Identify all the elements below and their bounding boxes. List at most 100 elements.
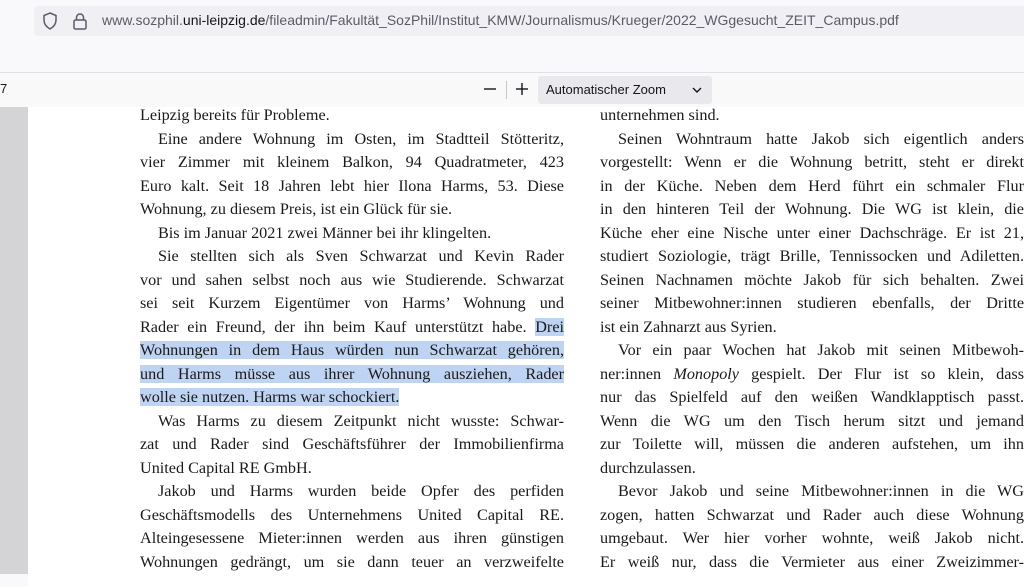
line-text: gespielt. Der Flur ist so klein, dass — [738, 364, 1024, 383]
text-line: umgebaut. Wer hier vorher wohnte, weiß J… — [600, 527, 1024, 551]
line-text: Geschäftsmodells des Unternehmens United… — [140, 505, 564, 524]
line-text: durchzulassen. — [600, 458, 696, 477]
navigation-bar: www.sozphil.uni-leipzig.de/fileadmin/Fak… — [0, 0, 1024, 44]
text-line: Eine andere Wohnung im Osten, im Stadtte… — [140, 128, 564, 152]
text-line: Seinen Nachnamen möchte Jakob für sich b… — [600, 269, 1024, 293]
text-line: zat und Rader sind Geschäftsführer der I… — [140, 433, 564, 457]
zoom-in-icon[interactable] — [510, 77, 534, 101]
toolbar-separator — [506, 81, 507, 99]
line-text: Sie stellten sich als Sven Schwarzat und… — [158, 247, 564, 265]
zoom-select-label: Automatischer Zoom — [546, 82, 666, 97]
line-text: in der Küche. Neben dem Herd führt ein s… — [600, 176, 1024, 195]
text-line: ist ein Zahnarzt aus Syrien. — [600, 316, 1024, 340]
line-text: United Capital RE GmbH. — [140, 458, 312, 477]
text-line: Vor ein paar Wochen hat Jakob mit seinen… — [600, 339, 1024, 363]
url-bar[interactable]: www.sozphil.uni-leipzig.de/fileadmin/Fak… — [34, 6, 1024, 36]
line-text: Was Harms zu diesem Zeitpunkt nicht wuss… — [158, 411, 564, 430]
text-line: Wenn die WG um den Tisch herum sitzt und… — [600, 410, 1024, 434]
italic-title: Monopoly — [673, 364, 739, 383]
text-line: Euro kalt. Seit 18 Jahren lebt hier Ilon… — [140, 175, 564, 199]
line-text: Bevor Jakob und seine Mitbewohner:innen … — [618, 482, 1024, 500]
text-line: Wohnungen in dem Haus würden nun Schwarz… — [140, 339, 564, 363]
line-text: seiner Mitbewohner:innen studieren ebenf… — [600, 294, 1024, 312]
text-line: und Harms müsse aus ihrer Wohnung auszie… — [140, 363, 564, 387]
page-number[interactable]: 7 — [0, 81, 7, 96]
line-text: Küche eher eine Nische unter einer Dachs… — [600, 223, 1024, 242]
line-text: Bis im Januar 2021 zwei Männer bei ihr k… — [158, 223, 492, 242]
chevron-down-icon — [692, 87, 702, 93]
text-line: Leipzig bereits für Probleme. — [140, 107, 564, 128]
text-line: durchzulassen. — [600, 457, 1024, 481]
text-column-right: unternehmen sind. Seinen Wohntraum hatte … — [600, 107, 1024, 574]
text-line: ner:innen Monopoly gespielt. Der Flur is… — [600, 363, 1024, 387]
line-text: zogen, hatten Schwarzat und Rader auch d… — [600, 505, 1024, 524]
line-text: Wohnungen gedrängt, um sie dann teuer an… — [140, 552, 564, 571]
text-line: Er weiß nur, dass die Vermieter aus eine… — [600, 551, 1024, 575]
zoom-out-icon[interactable] — [478, 77, 502, 101]
text-line: Rader ein Freund, der ihn beim Kauf unte… — [140, 316, 564, 340]
line-text: vier Zimmer mit kleinem Balkon, 94 Quadr… — [140, 153, 564, 171]
text-line: Alteingesessene Mieter:innen werden aus … — [140, 527, 564, 551]
text-line: Jakob und Harms wurden beide Opfer des p… — [140, 480, 564, 504]
text-line: in den hinteren Teil der Wohnung. Die WG… — [600, 198, 1024, 222]
text-line: in der Küche. Neben dem Herd führt ein s… — [600, 175, 1024, 199]
line-text: unternehmen sind. — [600, 107, 720, 124]
text-line: Seinen Wohntraum hatte Jakob sich eigent… — [600, 128, 1024, 152]
text-line: sei seit Kurzem Eigentümer von Harms’ Wo… — [140, 292, 564, 316]
line-text: Vor ein paar Wochen hat Jakob mit seinen… — [618, 341, 1024, 359]
text-line: Wohnungen gedrängt, um sie dann teuer an… — [140, 551, 564, 575]
line-text: Wenn die WG um den Tisch herum sitzt und… — [600, 411, 1024, 430]
line-text: vor und sahen selbst noch aus wie Studie… — [140, 270, 564, 289]
line-text: Alteingesessene Mieter:innen werden aus … — [140, 529, 564, 547]
url-domain: uni-leipzig.de — [182, 12, 266, 28]
line-text: studiert Soziologie, trägt Brille, Tenni… — [600, 247, 1024, 265]
line-text: Leipzig bereits für Probleme. — [140, 107, 330, 124]
text-selection-highlight[interactable]: und Harms müsse aus ihrer Wohnung auszie… — [140, 364, 564, 383]
text-line: Geschäftsmodells des Unternehmens United… — [140, 504, 564, 528]
text-selection-highlight[interactable]: Wohnungen in dem Haus würden nun Schwarz… — [140, 341, 564, 359]
tracking-protection-shield-icon[interactable] — [42, 12, 58, 30]
text-line: zur Toilette will, müssen die anderen au… — [600, 433, 1024, 457]
url-prefix: www.sozphil. — [102, 12, 183, 28]
zoom-select[interactable]: Automatischer Zoom — [538, 76, 712, 104]
line-text: Eine andere Wohnung im Osten, im Stadtte… — [158, 129, 564, 148]
text-line: nur das Spielfeld auf den weißen Wandkla… — [600, 386, 1024, 410]
pdf-page[interactable]: Leipzig bereits für Probleme. Eine andere… — [28, 107, 1024, 587]
line-text: vorgestellt: Wenn er die Wohnung betritt… — [600, 153, 1024, 171]
line-text: zur Toilette will, müssen die anderen au… — [600, 435, 1024, 453]
text-line: Wohnung, zu diesem Preis, ist ein Glück … — [140, 198, 564, 222]
text-line: vor und sahen selbst noch aus wie Studie… — [140, 269, 564, 293]
line-text: nur das Spielfeld auf den weißen Wandkla… — [600, 388, 1024, 406]
url-text[interactable]: www.sozphil.uni-leipzig.de/fileadmin/Fak… — [102, 12, 899, 28]
line-text: ner:innen — [600, 364, 674, 383]
text-line: vorgestellt: Wenn er die Wohnung betritt… — [600, 151, 1024, 175]
lock-icon[interactable] — [72, 12, 88, 30]
line-text: Rader ein Freund, der ihn beim Kauf unte… — [140, 317, 536, 336]
text-line: Bevor Jakob und seine Mitbewohner:innen … — [600, 480, 1024, 504]
text-line: zogen, hatten Schwarzat und Rader auch d… — [600, 504, 1024, 528]
url-path: /fileadmin/Fakultät_SozPhil/Institut_KMW… — [265, 12, 899, 28]
text-line: wolle sie nutzen. Harms war schockiert. — [140, 386, 564, 410]
text-line: studiert Soziologie, trägt Brille, Tenni… — [600, 245, 1024, 269]
line-text: Jakob und Harms wurden beide Opfer des p… — [158, 482, 564, 500]
text-line: unternehmen sind. — [600, 107, 1024, 128]
text-column-left: Leipzig bereits für Probleme. Eine andere… — [140, 107, 564, 574]
line-text: Euro kalt. Seit 18 Jahren lebt hier Ilon… — [140, 176, 564, 195]
text-selection-highlight[interactable]: Drei — [535, 317, 564, 336]
line-text: in den hinteren Teil der Wohnung. Die WG… — [600, 200, 1024, 218]
text-selection-highlight[interactable]: wolle sie nutzen. Harms war schockiert. — [140, 388, 400, 406]
pdf-viewer[interactable]: Leipzig bereits für Probleme. Eine andere… — [0, 107, 1024, 587]
line-text: sei seit Kurzem Eigentümer von Harms’ Wo… — [140, 294, 564, 312]
text-line: Was Harms zu diesem Zeitpunkt nicht wuss… — [140, 410, 564, 434]
line-text: umgebaut. Wer hier vorher wohnte, weiß J… — [600, 529, 1024, 547]
line-text: Seinen Wohntraum hatte Jakob sich eigent… — [618, 129, 1024, 148]
line-text: Seinen Nachnamen möchte Jakob für sich b… — [600, 270, 1024, 289]
text-line: Küche eher eine Nische unter einer Dachs… — [600, 222, 1024, 246]
text-line: Bis im Januar 2021 zwei Männer bei ihr k… — [140, 222, 564, 246]
line-text: Wohnung, zu diesem Preis, ist ein Glück … — [140, 200, 453, 218]
text-line: United Capital RE GmbH. — [140, 457, 564, 481]
line-text: ist ein Zahnarzt aus Syrien. — [600, 317, 777, 336]
line-text: Er weiß nur, dass die Vermieter aus eine… — [600, 552, 1024, 571]
text-line: vier Zimmer mit kleinem Balkon, 94 Quadr… — [140, 151, 564, 175]
pdf-toolbar: 7 Automatischer Zoom — [0, 72, 1024, 108]
